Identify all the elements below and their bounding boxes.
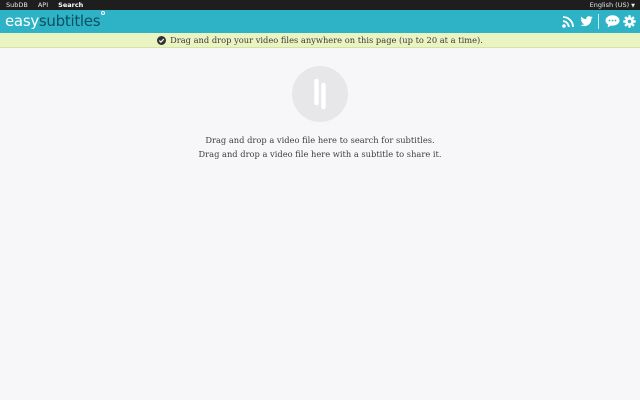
nav-subdb-link[interactable]: SubDB: [6, 0, 28, 10]
language-label: English (US): [589, 1, 630, 9]
chat-icon[interactable]: [605, 15, 620, 28]
top-nav: SubDB API Search: [6, 0, 83, 10]
drag-drop-icon: [314, 78, 326, 110]
logo-text-easy: easy: [5, 12, 39, 30]
nav-api-link[interactable]: API: [38, 0, 48, 10]
header-divider: [598, 14, 599, 29]
gear-icon[interactable]: [623, 15, 636, 28]
logo-circle-mark: [101, 11, 106, 15]
drop-instructions: Drag and drop a video file here to searc…: [120, 133, 520, 161]
header-icons: [562, 13, 636, 30]
notice-text: Drag and drop your video files anywhere …: [170, 35, 483, 45]
top-bar: SubDB API Search English (US) ▼: [0, 0, 640, 10]
twitter-icon[interactable]: [580, 16, 593, 27]
instruction-share: Drag and drop a video file here with a s…: [198, 149, 442, 159]
check-circle-icon: [157, 35, 167, 45]
logo[interactable]: easysubtitles: [5, 11, 106, 31]
logo-text-subtitles: subtitles: [38, 12, 101, 30]
notice-banner: Drag and drop your video files anywhere …: [0, 33, 640, 48]
caret-down-icon: ▼: [631, 3, 635, 9]
nav-search-link[interactable]: Search: [58, 0, 83, 10]
rss-icon[interactable]: [562, 15, 575, 28]
header-bar: easysubtitles: [0, 10, 640, 33]
instruction-search: Drag and drop a video file here to searc…: [205, 135, 435, 145]
drop-zone-icon[interactable]: [292, 66, 348, 122]
